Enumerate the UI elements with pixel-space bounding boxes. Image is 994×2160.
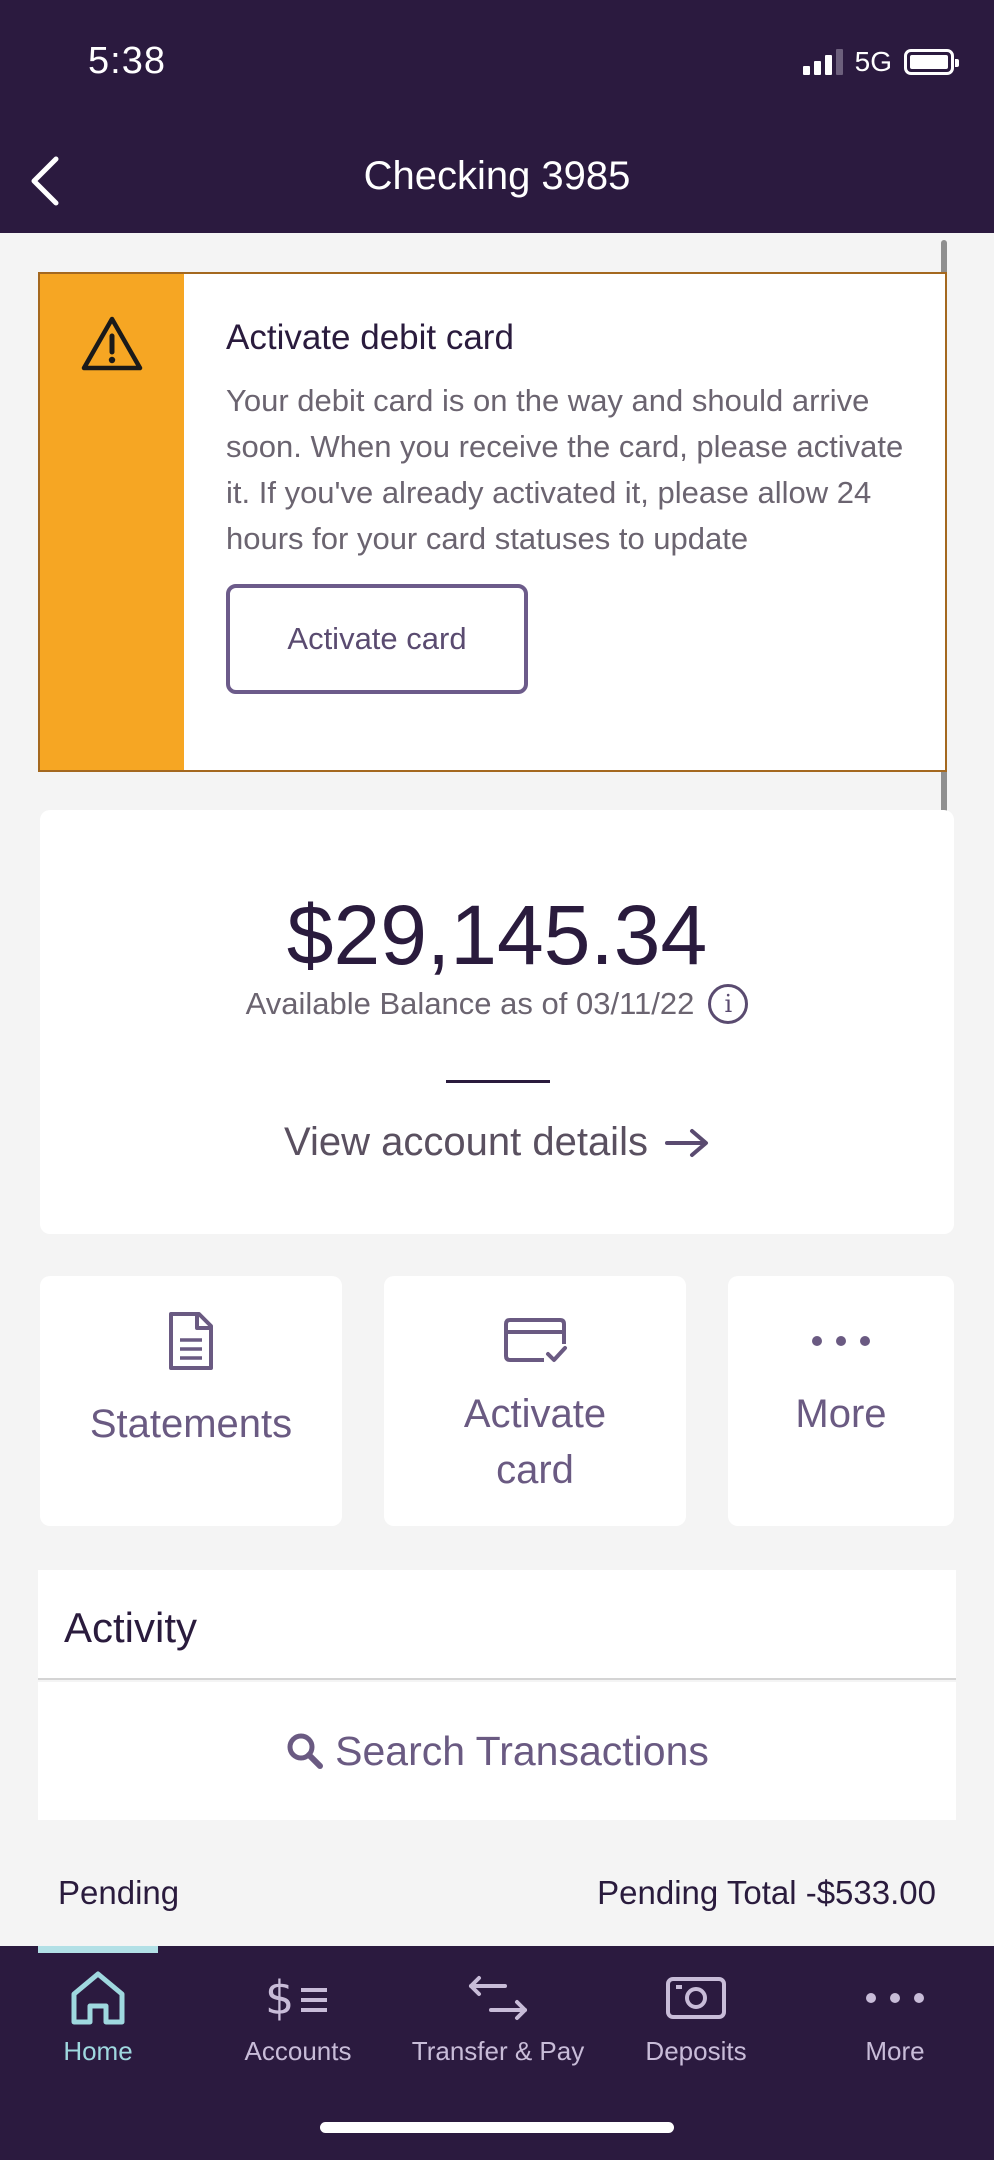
battery-icon [904, 49, 959, 75]
transfer-arrows-icon [469, 1976, 527, 2020]
tab-label-transfer-pay: Transfer & Pay [411, 2036, 585, 2066]
view-details-label: View account details [284, 1120, 648, 1164]
tab-home[interactable]: Home [38, 1966, 158, 2082]
status-bar: 5:38 5G [0, 0, 994, 130]
search-transactions-button[interactable]: Search Transactions [38, 1682, 956, 1820]
activate-card-button[interactable]: Activate card [226, 584, 528, 694]
tab-accounts[interactable]: $ Accounts [230, 1966, 366, 2082]
dollar-list-icon: $ [265, 1971, 327, 2025]
statements-tile[interactable]: Statements [40, 1276, 342, 1526]
tab-more[interactable]: More [840, 1966, 950, 2082]
search-icon [287, 1733, 324, 1769]
activity-header: Activity [38, 1570, 956, 1680]
balance-subtitle-row: Available Balance as of 03/11/22 i [40, 984, 954, 1024]
svg-text:$: $ [265, 1971, 294, 2025]
nav-bar: Checking 3985 [0, 130, 994, 233]
activate-card-tile[interactable]: Activate card [384, 1276, 686, 1526]
activate-card-alert: Activate debit card Your debit card is o… [38, 272, 947, 772]
balance-card: $29,145.34 Available Balance as of 03/11… [40, 810, 954, 1234]
document-icon [169, 1312, 213, 1370]
home-icon [71, 1971, 125, 2025]
tab-label-accounts: Accounts [244, 2036, 352, 2066]
info-icon[interactable]: i [708, 984, 749, 1024]
tab-transfer-pay[interactable]: Transfer & Pay [400, 1966, 596, 2082]
signal-icon [802, 49, 843, 75]
warning-icon [81, 316, 143, 371]
tab-label-home: Home [63, 2036, 133, 2066]
tile-label-activate-card: Activate card [463, 1392, 607, 1492]
ellipsis-icon [812, 1336, 870, 1346]
status-indicators: 5G [802, 46, 959, 78]
alert-body: Activate debit card Your debit card is o… [184, 274, 945, 770]
arrow-right-icon [664, 1128, 708, 1157]
pending-row: Pending Pending Total -$533.00 [0, 1874, 994, 1924]
status-time: 5:38 [88, 40, 166, 82]
pending-label: Pending [58, 1874, 180, 1911]
alert-title: Activate debit card [226, 318, 514, 357]
tab-deposits[interactable]: Deposits [630, 1966, 762, 2082]
balance-amount: $29,145.34 [286, 888, 708, 982]
balance-subtitle: Available Balance as of 03/11/22 [245, 986, 695, 1021]
alert-stripe [40, 274, 184, 770]
card-check-icon [504, 1318, 567, 1362]
pending-total: Pending Total -$533.00 [597, 1874, 936, 1911]
alert-message: Your debit card is on the way and should… [226, 383, 904, 556]
home-indicator [320, 2122, 674, 2133]
tile-label-statements: Statements [89, 1402, 293, 1446]
ellipsis-icon [866, 1993, 924, 2003]
network-type: 5G [854, 46, 892, 77]
more-tile[interactable]: More [728, 1276, 954, 1526]
active-tab-indicator [38, 1946, 158, 1953]
search-transactions-label: Search Transactions [335, 1727, 709, 1774]
view-account-details-link[interactable]: View account details [40, 1120, 954, 1165]
page-title: Checking 3985 [363, 154, 631, 198]
tab-bar: Home $ Accounts Transfer & Pay Deposits … [0, 1946, 994, 2160]
tile-label-more: More [795, 1392, 887, 1436]
tab-label-more: More [865, 2036, 925, 2066]
divider [446, 1080, 550, 1083]
tab-label-deposits: Deposits [645, 2036, 747, 2066]
camera-deposit-icon [666, 1977, 726, 2019]
activity-title: Activity [64, 1604, 198, 1651]
